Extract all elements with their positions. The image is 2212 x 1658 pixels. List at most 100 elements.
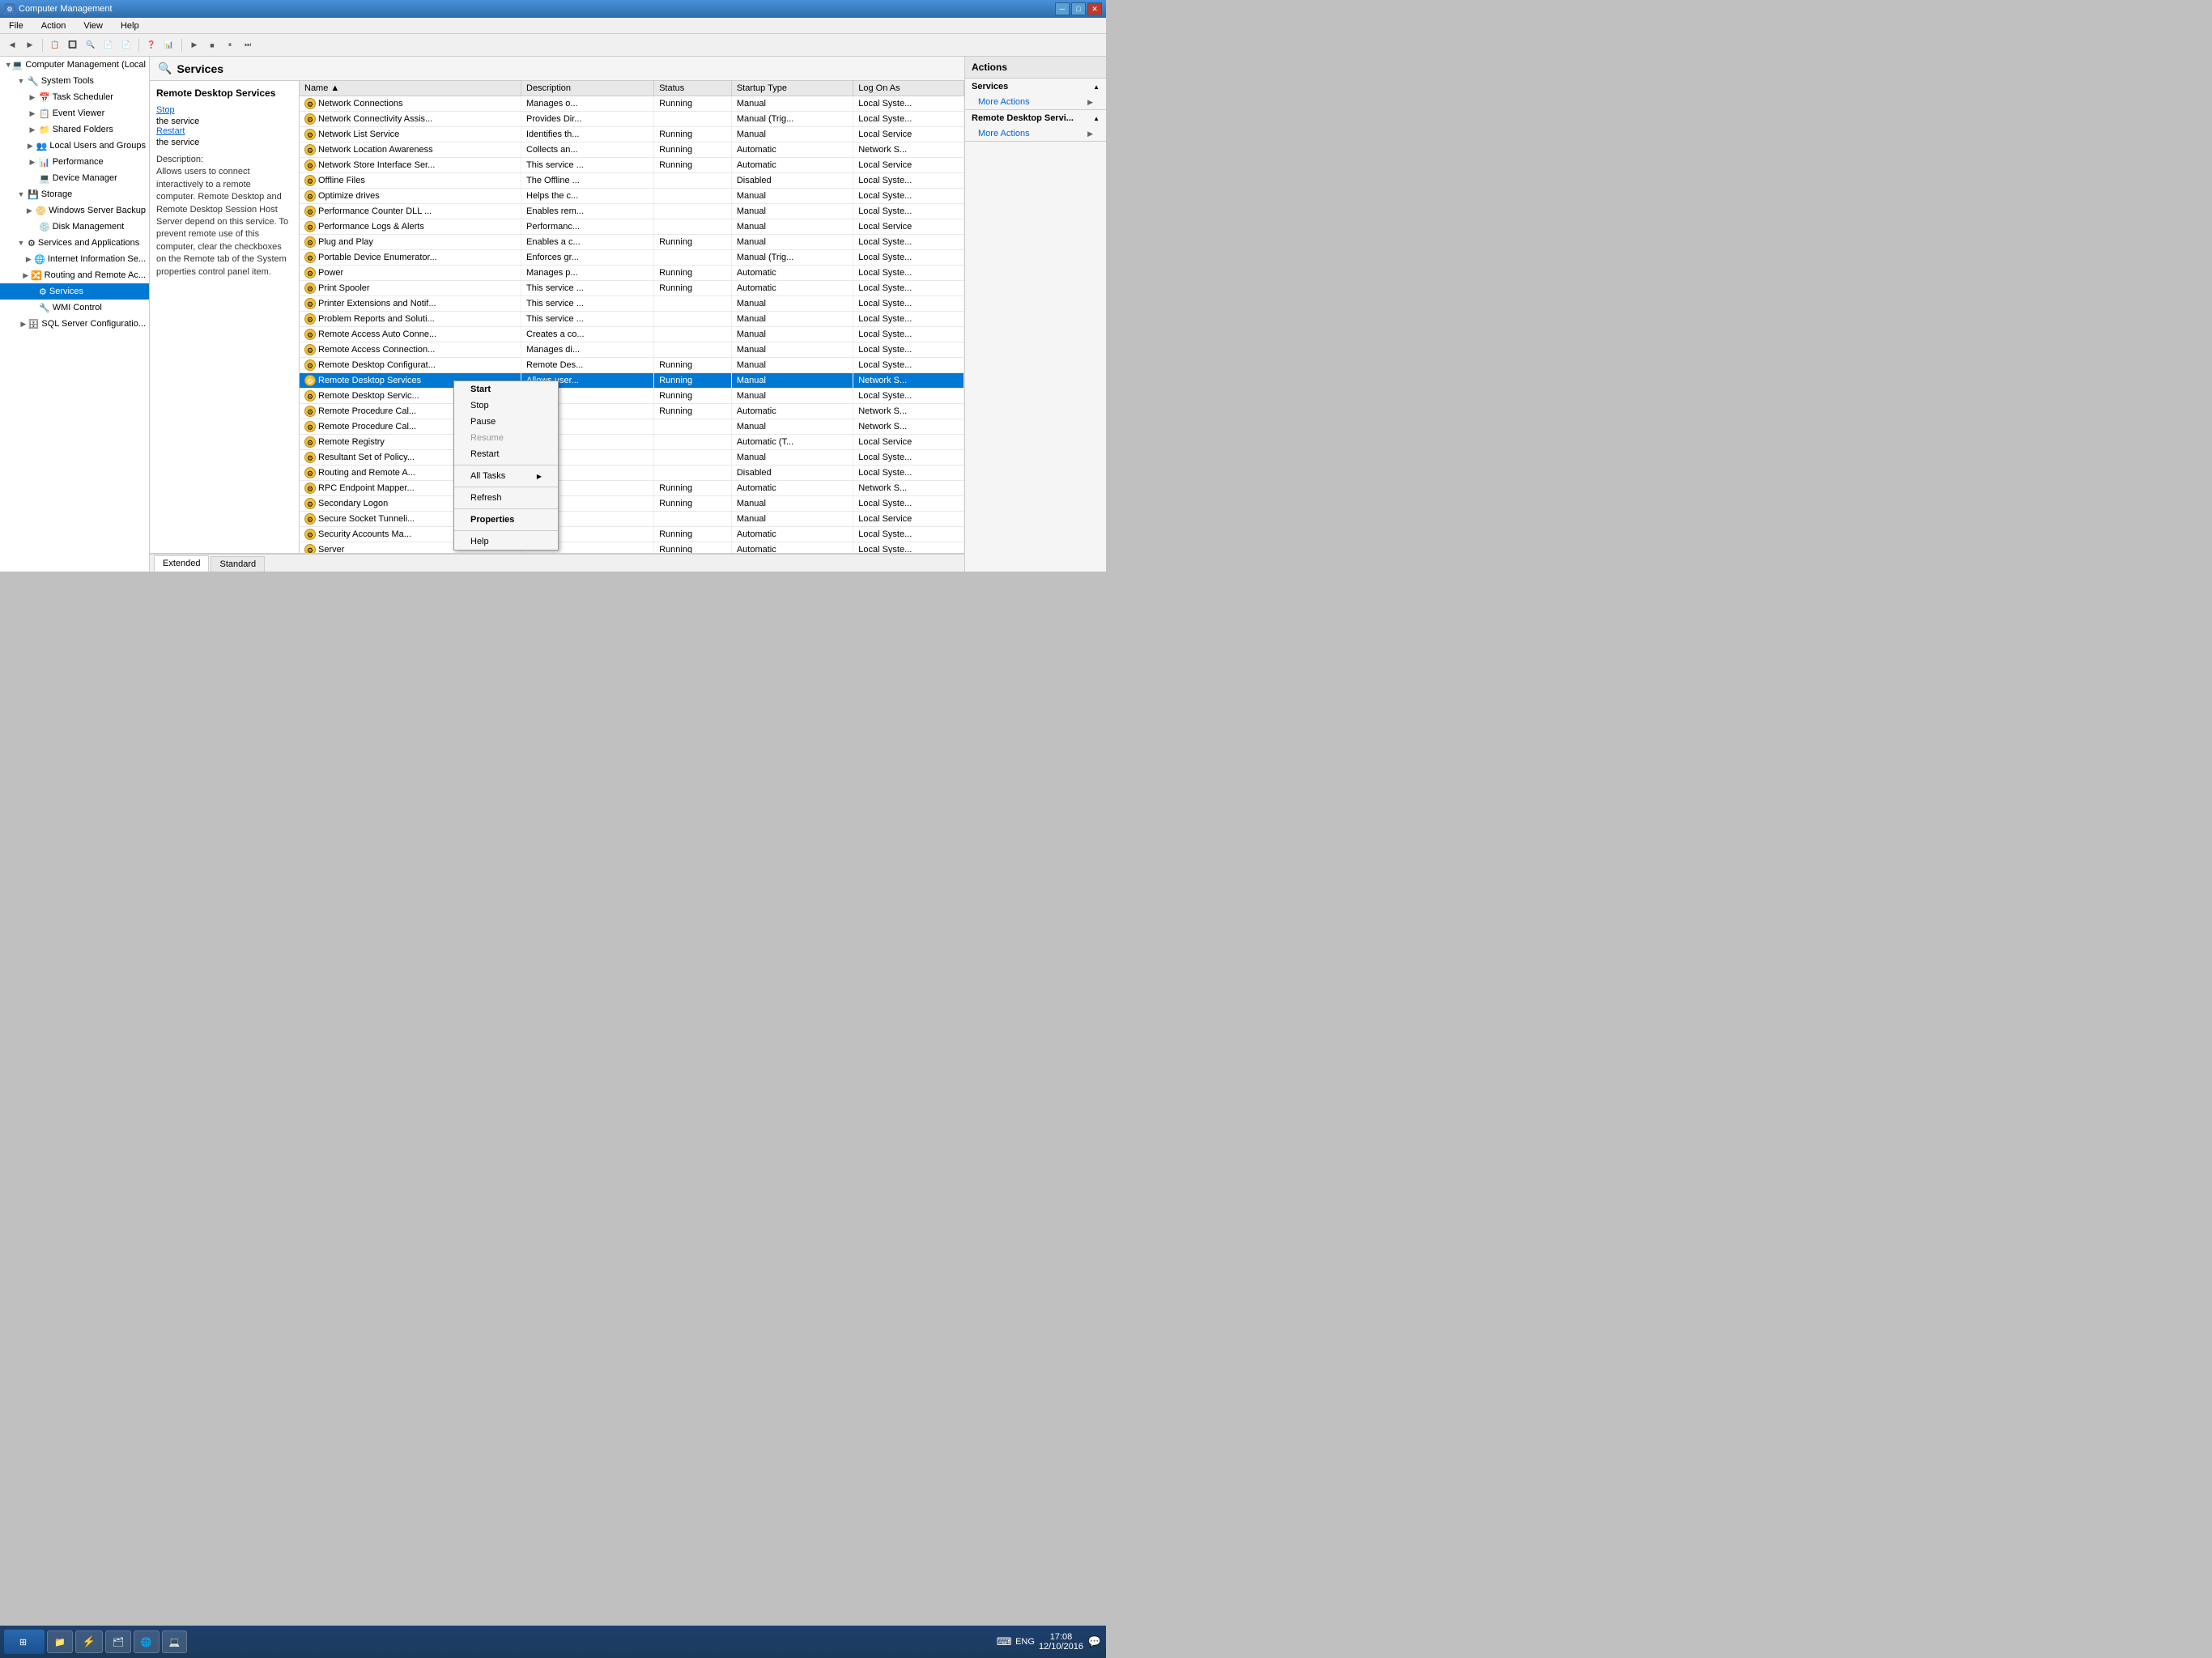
table-row[interactable]: ⚙Network List ServiceIdentifies th...Run… (300, 127, 964, 142)
ctx-all-tasks[interactable]: All Tasks ▶ (454, 468, 558, 484)
taskbar-terminal[interactable]: ⚡ (75, 1630, 103, 1653)
toolbar-btn2[interactable]: 🔲 (65, 37, 81, 53)
tree-local-users[interactable]: ▶ 👥 Local Users and Groups (0, 138, 149, 154)
tree-routing[interactable]: ▶ 🔀 Routing and Remote Ac... (0, 267, 149, 283)
local-users-expand[interactable]: ▶ (24, 139, 36, 152)
shared-folders-expand[interactable]: ▶ (26, 123, 39, 136)
minimize-button[interactable]: ─ (1055, 2, 1070, 15)
tree-event-viewer[interactable]: ▶ 📋 Event Viewer (0, 105, 149, 121)
table-row[interactable]: ⚙Network Store Interface Ser...This serv… (300, 158, 964, 173)
col-header-startup[interactable]: Startup Type (731, 81, 853, 96)
ctx-pause[interactable]: Pause (454, 414, 558, 430)
event-viewer-expand[interactable]: ▶ (26, 107, 39, 120)
col-header-name[interactable]: Name ▲ (300, 81, 521, 96)
iis-expand[interactable]: ▶ (23, 253, 34, 266)
ctx-start[interactable]: Start (454, 381, 558, 397)
tree-iis[interactable]: ▶ 🌐 Internet Information Se... (0, 251, 149, 267)
table-row[interactable]: ⚙Portable Device Enumerator...Enforces g… (300, 250, 964, 266)
table-row[interactable]: ⚙Optimize drivesHelps the c...ManualLoca… (300, 189, 964, 204)
actions-rds-title[interactable]: Remote Desktop Servi... ▲ (965, 110, 1106, 126)
table-row[interactable]: ⚙Secondary LogonRunningManualLocal Syste… (300, 496, 964, 512)
services-apps-expand[interactable]: ▼ (15, 236, 28, 249)
tree-root-expand[interactable]: ▼ (5, 58, 12, 71)
table-row[interactable]: ⚙Secure Socket Tunneli...ManualLocal Ser… (300, 512, 964, 527)
performance-expand[interactable]: ▶ (26, 155, 39, 168)
show-hide-button[interactable]: 📋 (47, 37, 63, 53)
table-row[interactable]: ⚙Remote Desktop Configurat...Remote Des.… (300, 358, 964, 373)
menu-view[interactable]: View (79, 19, 108, 32)
table-row[interactable]: ⚙Printer Extensions and Notif...This ser… (300, 296, 964, 312)
table-row[interactable]: ⚙Problem Reports and Soluti...This servi… (300, 312, 964, 327)
actions-services-more[interactable]: More Actions ▶ (965, 95, 1106, 109)
table-row[interactable]: ⚙Plug and PlayEnables a c...RunningManua… (300, 235, 964, 250)
ctx-restart[interactable]: Restart (454, 446, 558, 462)
toolbar-btn4[interactable]: 📄 (100, 37, 117, 53)
table-row[interactable]: ⚙Remote Procedure Cal...RunningAutomatic… (300, 404, 964, 419)
col-header-logon[interactable]: Log On As (853, 81, 964, 96)
back-button[interactable]: ◀ (4, 37, 20, 53)
tree-performance[interactable]: ▶ 📊 Performance (0, 154, 149, 170)
table-row[interactable]: ⚙ServerRunningAutomaticLocal Syste... (300, 542, 964, 554)
table-row[interactable]: ⚙Remote Access Connection...Manages di..… (300, 342, 964, 358)
table-row[interactable]: ⚙Remote Desktop Servic...RunningManualLo… (300, 389, 964, 404)
windows-backup-expand[interactable]: ▶ (23, 204, 35, 217)
table-row[interactable]: ⚙Routing and Remote A...DisabledLocal Sy… (300, 466, 964, 481)
tree-services[interactable]: ⚙ Services (0, 283, 149, 300)
tree-system-tools[interactable]: ▼ 🔧 System Tools (0, 73, 149, 89)
toolbar-btn6[interactable]: ❓ (143, 37, 160, 53)
tab-extended[interactable]: Extended (154, 555, 209, 572)
stop-service-link[interactable]: Stop (156, 105, 292, 115)
table-row[interactable]: ⚙Network ConnectionsManages o...RunningM… (300, 96, 964, 112)
table-row[interactable]: ⚙Offline FilesThe Offline ...DisabledLoc… (300, 173, 964, 189)
table-row[interactable]: ⚙Network Connectivity Assis...Provides D… (300, 112, 964, 127)
menu-action[interactable]: Action (36, 19, 71, 32)
storage-expand[interactable]: ▼ (15, 188, 28, 201)
actions-rds-more[interactable]: More Actions ▶ (965, 126, 1106, 141)
table-row[interactable]: ⚙Remote Desktop ServicesAllows user...Ru… (300, 373, 964, 389)
table-row[interactable]: ⚙Performance Counter DLL ...Enables rem.… (300, 204, 964, 219)
stop-button[interactable]: ■ (204, 37, 220, 53)
table-row[interactable]: ⚙Security Accounts Ma...RunningAutomatic… (300, 527, 964, 542)
table-row[interactable]: ⚙PowerManages p...RunningAutomaticLocal … (300, 266, 964, 281)
menu-file[interactable]: File (4, 19, 28, 32)
tree-shared-folders[interactable]: ▶ 📁 Shared Folders (0, 121, 149, 138)
maximize-button[interactable]: □ (1071, 2, 1086, 15)
restart-button[interactable]: ⏭ (240, 37, 256, 53)
table-row[interactable]: ⚙Performance Logs & AlertsPerformanc...M… (300, 219, 964, 235)
table-row[interactable]: ⚙Remote Access Auto Conne...Creates a co… (300, 327, 964, 342)
tree-root[interactable]: ▼ 💻 Computer Management (Local (0, 57, 149, 73)
close-button[interactable]: ✕ (1087, 2, 1102, 15)
toolbar-btn7[interactable]: 📊 (161, 37, 177, 53)
table-row[interactable]: ⚙Remote Procedure Cal...ManualNetwork S.… (300, 419, 964, 435)
tree-wmi[interactable]: 🔧 WMI Control (0, 300, 149, 316)
col-header-status[interactable]: Status (654, 81, 732, 96)
taskbar-chrome[interactable]: 🌐 (134, 1630, 160, 1653)
forward-button[interactable]: ▶ (22, 37, 38, 53)
tree-task-scheduler[interactable]: ▶ 📅 Task Scheduler (0, 89, 149, 105)
table-row[interactable]: ⚙Resultant Set of Policy...ManualLocal S… (300, 450, 964, 466)
play-button[interactable]: ▶ (186, 37, 202, 53)
ctx-stop[interactable]: Stop (454, 397, 558, 414)
tree-services-apps[interactable]: ▼ ⚙ Services and Applications (0, 235, 149, 251)
taskbar-file-manager[interactable]: 🗂 (105, 1630, 131, 1653)
toolbar-btn5[interactable]: 📄 (118, 37, 134, 53)
notifications-icon[interactable]: 💬 (1087, 1635, 1102, 1649)
system-tools-expand[interactable]: ▼ (15, 74, 28, 87)
ctx-properties[interactable]: Properties (454, 512, 558, 528)
keyboard-icon[interactable]: ⌨ (997, 1635, 1011, 1649)
table-row[interactable]: ⚙Network Location AwarenessCollects an..… (300, 142, 964, 158)
toolbar-btn3[interactable]: 🔍 (83, 37, 99, 53)
col-header-desc[interactable]: Description (521, 81, 654, 96)
menu-help[interactable]: Help (116, 19, 144, 32)
table-row[interactable]: ⚙Remote RegistryAutomatic (T...Local Ser… (300, 435, 964, 450)
tree-sql-config[interactable]: ▶ 🗄 SQL Server Configuratio... (0, 316, 149, 332)
routing-expand[interactable]: ▶ (21, 269, 31, 282)
table-row[interactable]: ⚙Print SpoolerThis service ...RunningAut… (300, 281, 964, 296)
restart-service-link[interactable]: Restart (156, 126, 292, 136)
start-button[interactable]: ⊞ (4, 1630, 45, 1654)
tree-device-manager[interactable]: 💻 Device Manager (0, 170, 149, 186)
pause-button[interactable]: ⏸ (222, 37, 238, 53)
window-controls[interactable]: ─ □ ✕ (1055, 2, 1102, 15)
sql-config-expand[interactable]: ▶ (19, 317, 28, 330)
task-scheduler-expand[interactable]: ▶ (26, 91, 39, 104)
